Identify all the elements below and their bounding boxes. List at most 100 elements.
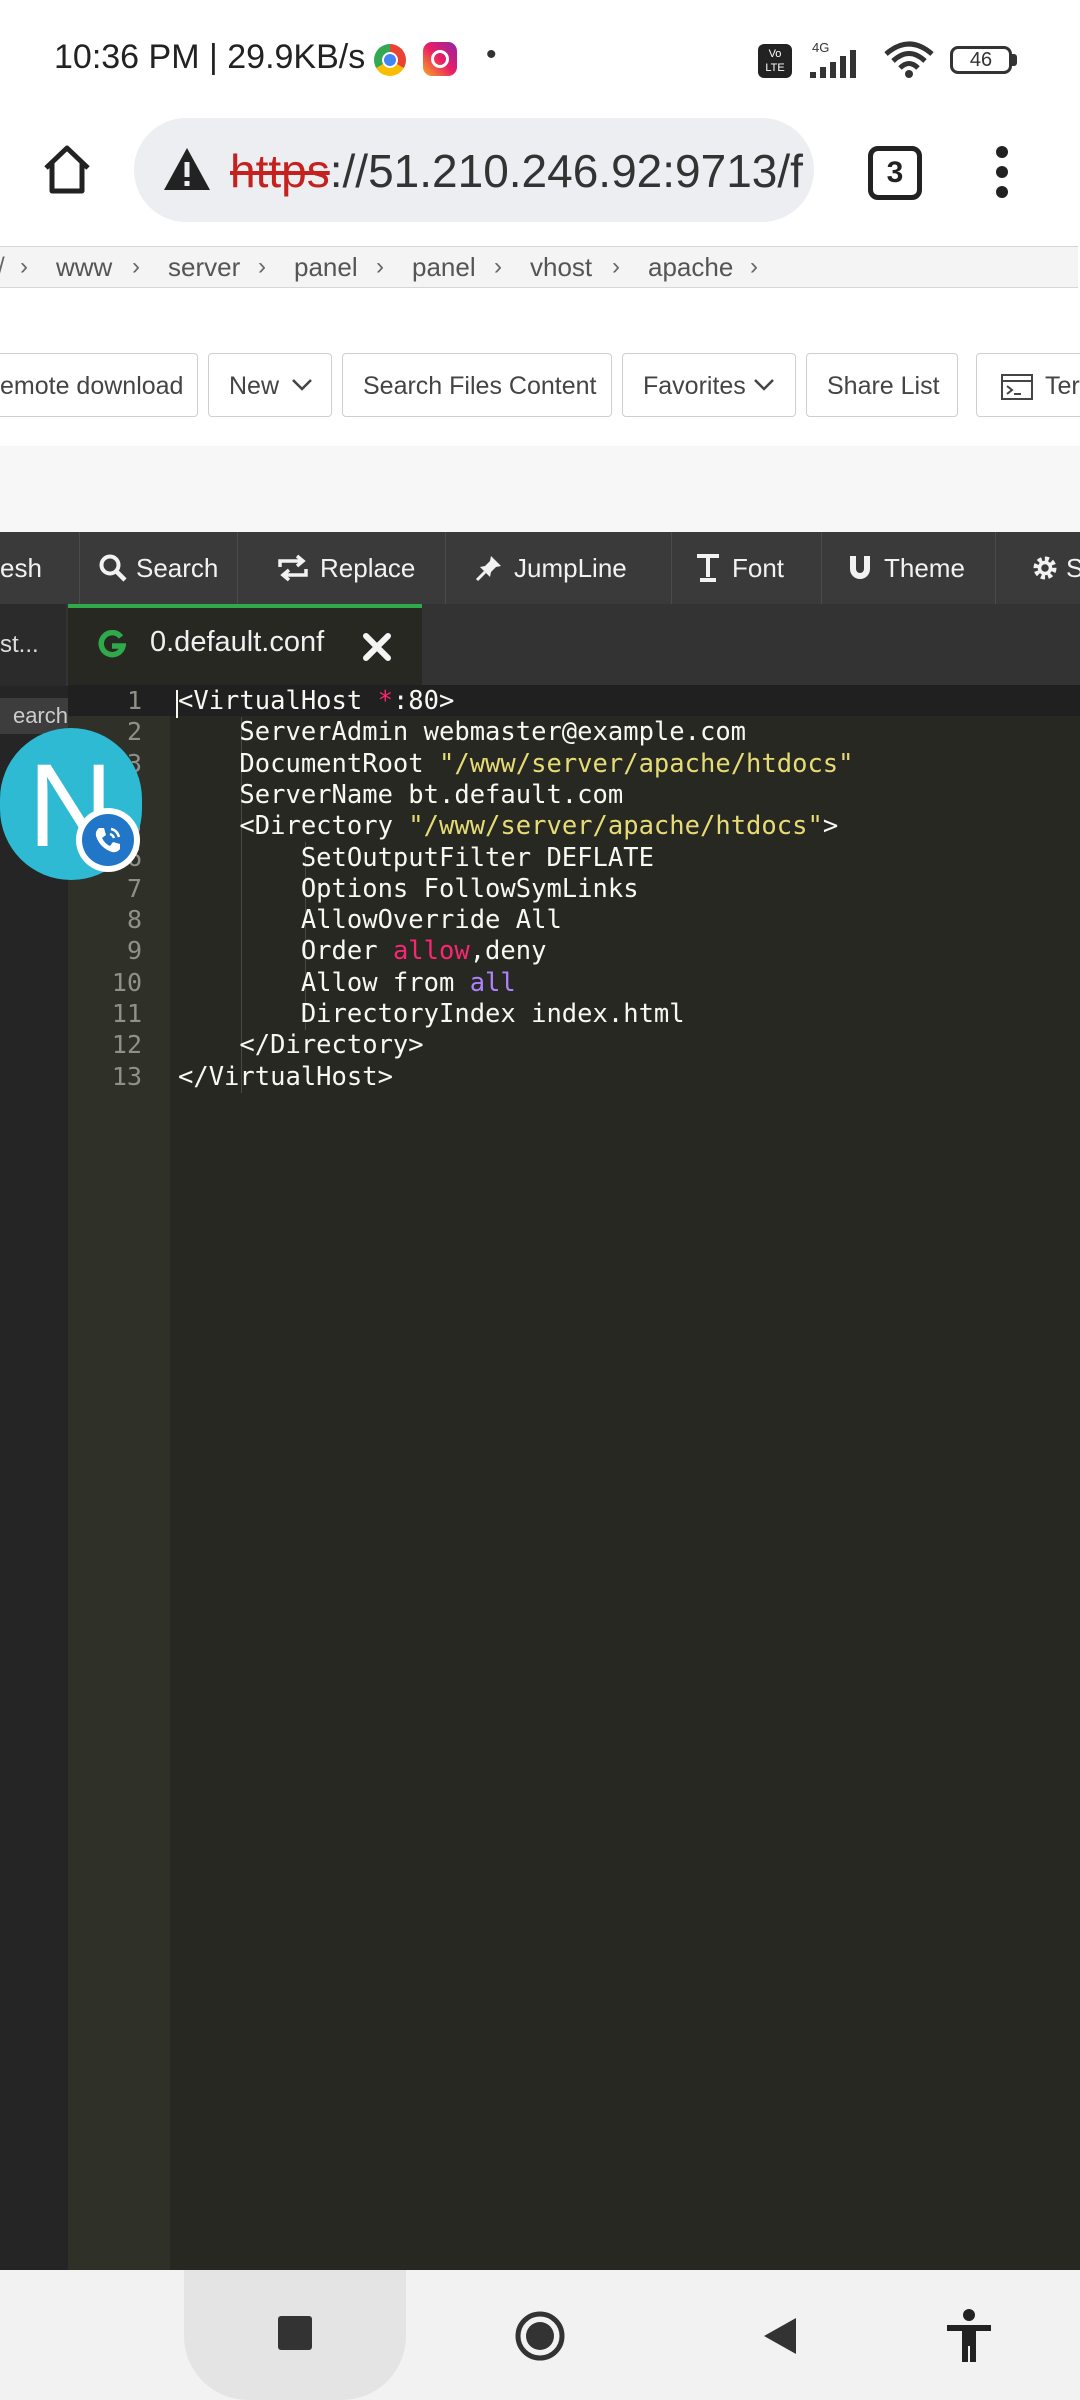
file-tree-panel: earch: [0, 686, 68, 2270]
editor-header-area: [0, 446, 1080, 532]
volte-icon: Vo LTE: [758, 44, 792, 78]
terminal-button-label: Ter: [1045, 372, 1080, 400]
code-line: </Directory>: [178, 1030, 424, 1061]
refresh-label: esh: [0, 553, 42, 583]
url-scheme: https: [230, 145, 330, 197]
search-menu-item[interactable]: Search: [80, 532, 238, 604]
tab-switcher-button[interactable]: 3: [868, 146, 922, 200]
code-line: DirectoryIndex index.html: [178, 999, 685, 1029]
signal-icon: 4G: [806, 40, 870, 80]
code-line: Options FollowSymLinks: [178, 873, 639, 904]
favorites-button-label: Favorites: [643, 372, 746, 400]
browser-toolbar: https://51.210.246.92:9713/f 3: [0, 118, 1080, 246]
back-icon[interactable]: [760, 2314, 800, 2358]
file-toolbar: emote download New Search Files Content …: [0, 322, 1080, 447]
replace-label: Replace: [320, 553, 416, 583]
gear-icon: [1033, 556, 1057, 580]
line-number: 13: [111, 1061, 142, 1091]
volte-label: Vo LTE: [765, 48, 785, 74]
breadcrumb-item-apache[interactable]: apache: [648, 247, 733, 287]
refresh-menu-item[interactable]: esh: [0, 532, 80, 604]
wifi-icon: [884, 41, 934, 78]
tab-partial[interactable]: st...: [0, 604, 66, 686]
search-label: Search: [136, 553, 219, 583]
remote-download-button[interactable]: emote download: [0, 353, 198, 417]
settings-menu-item[interactable]: S: [996, 532, 1080, 604]
text-height-icon: [697, 554, 719, 582]
more-menu-icon[interactable]: [992, 144, 1012, 200]
url-rest: ://51.210.246.92:9713/f: [329, 145, 803, 197]
theme-label: Theme: [884, 553, 965, 583]
chrome-icon: [374, 44, 406, 76]
code-line: Allow from all: [178, 967, 516, 998]
line-number: 10: [111, 967, 142, 997]
breadcrumb-separator: ›: [258, 253, 266, 280]
chevron-down-icon: [292, 379, 312, 391]
favorites-button[interactable]: Favorites: [622, 353, 796, 417]
text-cursor: [176, 690, 178, 718]
breadcrumb-item-panel[interactable]: panel: [294, 247, 358, 287]
home-icon[interactable]: [38, 140, 96, 198]
jumpline-label: JumpLine: [514, 553, 627, 583]
line-number: 1: [126, 686, 142, 715]
font-menu-item[interactable]: Font: [672, 532, 822, 604]
breadcrumb-separator: ›: [20, 253, 28, 280]
breadcrumb-separator: ›: [132, 253, 140, 280]
battery-level: 46: [969, 49, 993, 71]
search-files-content-button[interactable]: Search Files Content: [342, 353, 612, 417]
settings-label: S: [1066, 553, 1080, 583]
breadcrumb-separator: ›: [750, 253, 758, 280]
battery-tip: [1012, 54, 1017, 66]
breadcrumb-item-www[interactable]: www: [56, 247, 112, 287]
home-button-icon[interactable]: [514, 2310, 566, 2362]
breadcrumb-item-panel-2[interactable]: panel: [412, 247, 476, 287]
pushpin-icon: [475, 556, 501, 582]
search-icon: [99, 554, 127, 582]
line-number: 9: [126, 936, 142, 966]
font-label: Font: [732, 553, 785, 583]
status-time-speed: 10:36 PM | 29.9KB/s: [54, 38, 366, 76]
code-line: SetOutputFilter DEFLATE: [178, 842, 654, 873]
share-list-button[interactable]: Share List: [806, 353, 958, 417]
tab-file-name: 0.default.conf: [150, 626, 325, 658]
recents-icon[interactable]: [278, 2316, 312, 2350]
close-icon[interactable]: [362, 632, 392, 662]
status-bar: 10:36 PM | 29.9KB/s • Vo LTE 4G 46: [0, 0, 1080, 118]
theme-menu-item[interactable]: Theme: [822, 532, 996, 604]
new-button[interactable]: New: [208, 353, 332, 417]
terminal-icon: [1001, 374, 1033, 400]
code-line: ServerName bt.default.com: [178, 779, 624, 810]
phone-call-icon: [95, 827, 121, 853]
file-type-icon: [98, 630, 126, 658]
battery-icon: 46: [950, 46, 1012, 74]
system-navigation-bar: [0, 2270, 1080, 2400]
address-bar[interactable]: https://51.210.246.92:9713/f: [134, 118, 814, 222]
code-line: <Directory "/www/server/apache/htdocs">: [178, 811, 839, 842]
replace-menu-item[interactable]: Replace: [238, 532, 446, 604]
editor-tab-strip: st... 0.default.conf: [0, 604, 1080, 686]
breadcrumb-item-server[interactable]: server: [168, 247, 240, 287]
chevron-down-icon: [754, 379, 774, 391]
terminal-button[interactable]: Ter: [976, 353, 1080, 417]
code-line: ServerAdmin webmaster@example.com: [178, 717, 747, 748]
code-line: <VirtualHost *:80>: [178, 686, 455, 716]
editor-menu-bar: esh Search Replace JumpLine Font Theme S: [0, 532, 1080, 604]
call-badge: [76, 808, 140, 872]
breadcrumb-separator: ›: [494, 253, 502, 280]
breadcrumb-item-vhost[interactable]: vhost: [530, 247, 592, 287]
code-line: Order allow,deny: [178, 936, 547, 967]
url-text: https://51.210.246.92:9713/f: [230, 144, 803, 198]
line-number: 8: [126, 905, 142, 935]
jumpline-menu-item[interactable]: JumpLine: [446, 532, 672, 604]
instagram-icon: [423, 42, 457, 76]
code-line: </VirtualHost>: [178, 1061, 393, 1092]
breadcrumb-separator: /: [0, 247, 5, 287]
breadcrumb-separator: ›: [376, 253, 384, 280]
notification-dot: •: [486, 38, 497, 71]
code-line: AllowOverride All: [178, 905, 562, 936]
tab-active-file[interactable]: 0.default.conf: [68, 604, 422, 686]
accessibility-icon[interactable]: [944, 2308, 994, 2364]
line-number: 12: [111, 1030, 142, 1060]
breadcrumb: / › www › server › panel › panel › vhost…: [0, 246, 1078, 288]
warning-icon: [164, 148, 210, 190]
